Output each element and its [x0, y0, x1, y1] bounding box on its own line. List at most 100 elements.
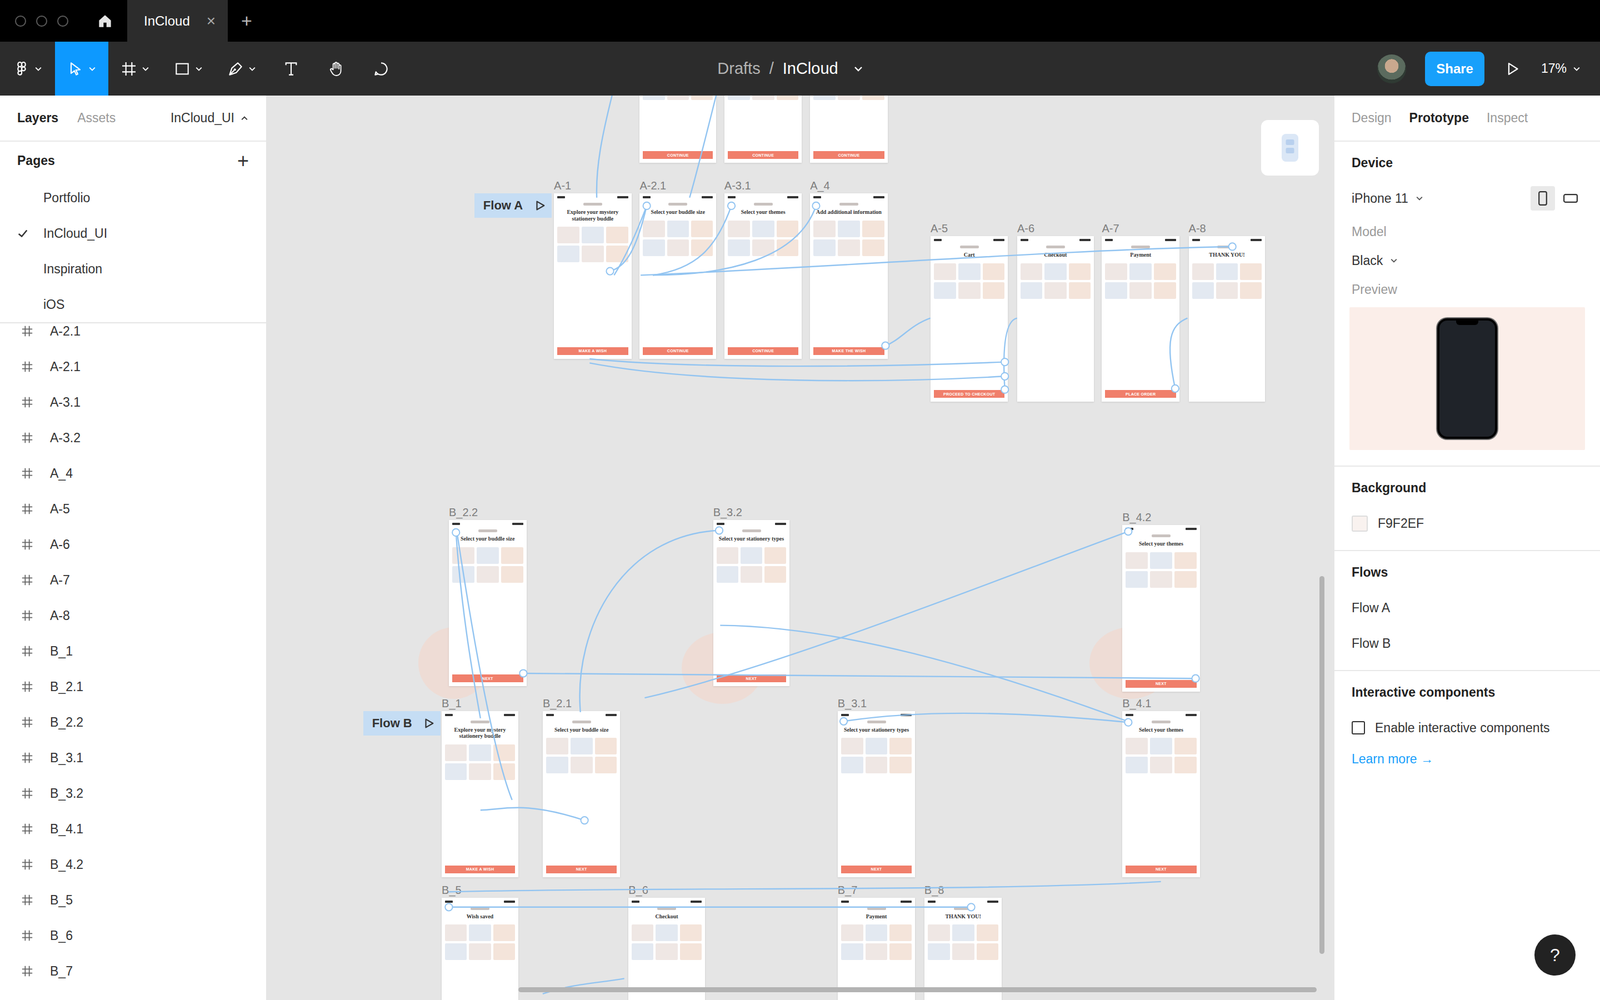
connection-handle[interactable]	[881, 342, 889, 350]
frame-label[interactable]: B_2.1	[542, 697, 572, 710]
frame-button[interactable]: NEXT	[1125, 680, 1197, 688]
frame[interactable]: A-6Checkout	[1017, 236, 1094, 402]
connection-line[interactable]	[689, 95, 717, 198]
drafts-link[interactable]: Drafts	[717, 59, 760, 78]
connection-line[interactable]	[596, 95, 613, 198]
layer-item[interactable]: A-3.2	[0, 420, 267, 456]
connection-handle[interactable]	[967, 903, 975, 911]
frame[interactable]: CONTINUE	[724, 95, 803, 163]
layer-item[interactable]: B_5	[0, 882, 267, 918]
frame-button[interactable]: NEXT	[841, 865, 913, 874]
checkbox[interactable]	[1351, 721, 1365, 735]
frame-label[interactable]: A-6	[1017, 222, 1035, 235]
connection-handle[interactable]	[1228, 242, 1237, 250]
frame-label[interactable]: A-8	[1188, 222, 1207, 235]
frame-label[interactable]: B_7	[837, 883, 858, 897]
panel-tab[interactable]: Layers	[17, 110, 59, 126]
layer-item[interactable]: B_4.2	[0, 846, 267, 883]
frame[interactable]: B_2.2Select your buddle sizeNEXT	[448, 520, 527, 687]
connection-handle[interactable]	[715, 526, 723, 534]
panel-tab[interactable]: Design	[1351, 110, 1392, 126]
layer-item[interactable]: B_2.2	[0, 704, 267, 740]
play-icon[interactable]	[533, 199, 547, 212]
frame-button[interactable]: CONTINUE	[727, 151, 799, 159]
layer-item[interactable]: A-2.1	[0, 348, 267, 385]
frame[interactable]: A-5CartPROCEED TO CHECKOUT	[930, 236, 1009, 402]
flow-item[interactable]: Flow B	[1351, 625, 1583, 662]
model-dropdown[interactable]: Black	[1351, 253, 1399, 269]
layer-item[interactable]: B_7	[0, 953, 267, 989]
plugin-widget[interactable]	[1261, 120, 1319, 176]
connection-line[interactable]	[523, 673, 1196, 679]
frame-button[interactable]: CONTINUE	[813, 151, 885, 159]
layer-item[interactable]: A-8	[0, 597, 267, 634]
frame-label[interactable]: B_3.2	[713, 506, 743, 519]
frame-label[interactable]: A-1	[553, 179, 572, 193]
panel-tab[interactable]: Inspect	[1486, 110, 1528, 126]
portrait-button[interactable]	[1530, 186, 1555, 211]
flow-starting-point[interactable]: Flow A	[474, 193, 553, 218]
main-menu-tool[interactable]	[0, 41, 55, 96]
frame[interactable]: A-8THANK YOU!	[1188, 236, 1266, 402]
connection-handle[interactable]	[580, 816, 588, 824]
frame-button[interactable]: MAKE THE WISH	[813, 347, 885, 355]
page-item[interactable]: Inspiration	[0, 251, 267, 287]
layer-item[interactable]: A-5	[0, 491, 267, 527]
layer-item[interactable]: B_3.1	[0, 740, 267, 776]
frame-label[interactable]: A-7	[1101, 222, 1119, 235]
frame-button[interactable]: NEXT	[546, 865, 618, 874]
page-item[interactable]: Portfolio	[0, 180, 267, 216]
pen-tool[interactable]	[215, 41, 269, 96]
layer-item[interactable]: B_4.1	[0, 811, 267, 847]
connection-line[interactable]	[580, 530, 720, 713]
present-play-icon[interactable]	[1503, 59, 1523, 79]
frame[interactable]: B_4.2Select your themesNEXT	[1122, 525, 1200, 692]
frame[interactable]: B_4.1Select your themesNEXT	[1122, 711, 1200, 878]
page-item[interactable]: InCloud_UI	[0, 215, 267, 252]
frame-label[interactable]: B_2.2	[448, 506, 478, 519]
frame-label[interactable]: B_6	[628, 883, 649, 897]
landscape-button[interactable]	[1558, 186, 1583, 211]
frame-button[interactable]: MAKE A WISH	[445, 865, 515, 874]
connection-line[interactable]	[652, 205, 732, 275]
color-value[interactable]: F9F2EF	[1377, 516, 1424, 532]
layer-item[interactable]: A_4	[0, 455, 267, 492]
new-tab-button[interactable]: +	[227, 0, 266, 42]
zoom-dot[interactable]	[57, 15, 69, 27]
frame-label[interactable]: B_8	[924, 883, 945, 897]
learn-more-link[interactable]: Learn more →	[1351, 745, 1583, 773]
vertical-scrollbar[interactable]	[1319, 576, 1325, 954]
frame-label[interactable]: A-2.1	[639, 179, 667, 193]
frame[interactable]: A_4Add additional informationMAKE THE WI…	[810, 193, 888, 359]
canvas[interactable]: CONTINUECONTINUECONTINUEA-1Explore your …	[267, 95, 1334, 1000]
close-dot[interactable]	[15, 15, 27, 27]
comment-tool[interactable]	[358, 41, 404, 96]
frame[interactable]: CONTINUE	[810, 95, 888, 163]
frame[interactable]: B_7Payment	[837, 897, 916, 1000]
frame[interactable]: B_3.1Select your stationery typesNEXT	[837, 711, 916, 878]
frame-label[interactable]: A_4	[810, 179, 830, 193]
horizontal-scrollbar[interactable]	[518, 987, 1317, 993]
connection-handle[interactable]	[1001, 386, 1009, 394]
zoom-menu[interactable]: 17%	[1541, 61, 1582, 77]
frame[interactable]: A-3.1Select your themesCONTINUE	[724, 193, 803, 359]
frame[interactable]: B_5Wish saved	[441, 897, 519, 1000]
file-name[interactable]: InCloud	[782, 59, 839, 78]
frame-label[interactable]: B_3.1	[837, 697, 867, 710]
frame[interactable]: B_2.1Select your buddle sizeNEXT	[542, 711, 621, 878]
connection-handle[interactable]	[519, 669, 527, 677]
play-icon[interactable]	[422, 717, 435, 730]
frame[interactable]: B_8THANK YOU!	[924, 897, 1003, 1000]
frame-button[interactable]: PROCEED TO CHECKOUT	[933, 390, 1005, 398]
frame[interactable]: B_6Checkout	[628, 897, 705, 1000]
connection-line[interactable]	[610, 205, 647, 272]
frame-button[interactable]: PLACE ORDER	[1105, 390, 1177, 398]
layer-item[interactable]: B_2.1	[0, 668, 267, 705]
frame[interactable]: CONTINUE	[639, 95, 717, 163]
hand-tool[interactable]	[313, 41, 359, 96]
connection-handle[interactable]	[727, 202, 735, 210]
connection-handle[interactable]	[1124, 718, 1132, 727]
color-swatch[interactable]	[1351, 515, 1368, 532]
frame-label[interactable]: B_4.2	[1122, 511, 1152, 524]
checkbox-label[interactable]: Enable interactive components	[1375, 720, 1550, 736]
